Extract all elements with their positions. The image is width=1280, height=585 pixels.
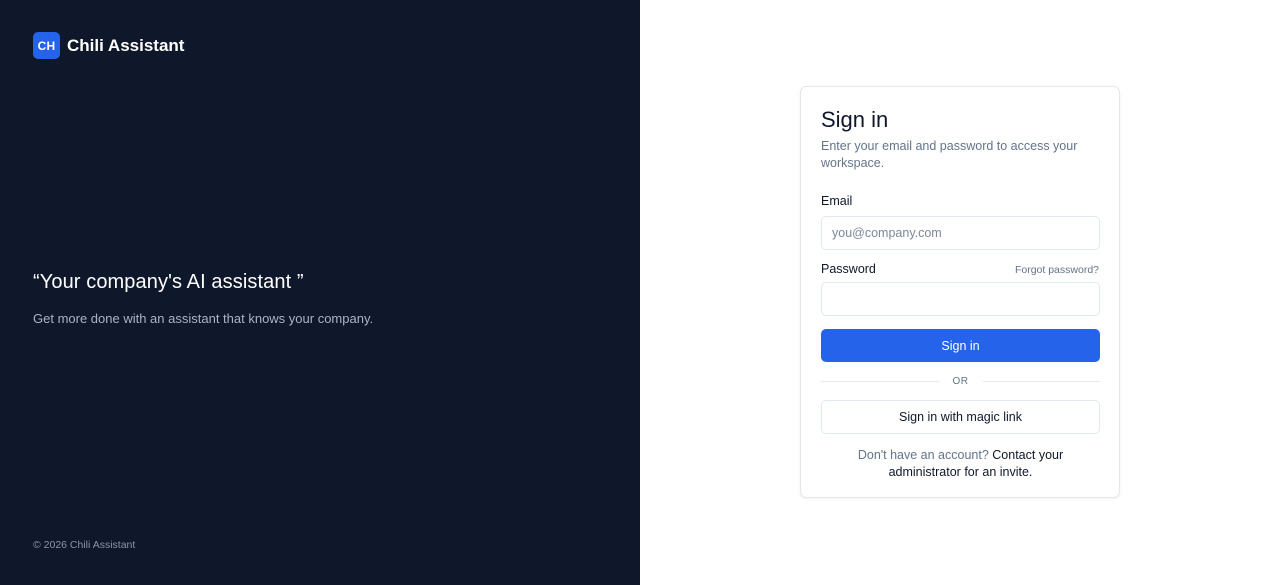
forgot-password-link[interactable]: Forgot password? <box>1015 264 1099 276</box>
email-group: Email <box>821 194 1100 250</box>
no-account-text: Don't have an account? Contact your admi… <box>821 447 1100 481</box>
hero-quote: “Your company's AI assistant ” <box>33 271 304 293</box>
signin-title: Sign in <box>821 107 889 132</box>
signin-card: Sign in Enter your email and password to… <box>800 86 1120 498</box>
brand-name: Chili Assistant <box>67 35 185 55</box>
brand-logo: CH <box>33 32 60 59</box>
password-label-row: Password Forgot password? <box>821 262 1099 276</box>
magic-link-button[interactable]: Sign in with magic link <box>821 400 1100 434</box>
brand-header: CH Chili Assistant <box>33 32 184 59</box>
form-panel: Sign in Enter your email and password to… <box>640 0 1280 585</box>
password-label: Password <box>821 262 876 276</box>
no-account-label: Don't have an account? <box>857 448 989 462</box>
password-input[interactable] <box>821 282 1100 316</box>
signin-subtitle: Enter your email and password to access … <box>821 139 1078 170</box>
brand-panel: CH Chili Assistant “Your company's AI as… <box>0 0 640 585</box>
sign-in-button[interactable]: Sign in <box>821 329 1100 362</box>
divider-line-left <box>821 380 939 382</box>
divider-label: OR <box>952 375 969 387</box>
email-input[interactable] <box>821 216 1100 250</box>
or-divider: OR <box>821 374 1100 388</box>
divider-line-right <box>982 380 1100 382</box>
login-page: CH Chili Assistant “Your company's AI as… <box>0 0 1280 585</box>
copyright: © 2026 Chili Assistant <box>33 539 136 551</box>
email-label: Email <box>821 194 853 208</box>
password-group: Password Forgot password? <box>821 262 1100 316</box>
hero-tagline: Get more done with an assistant that kno… <box>33 311 374 326</box>
